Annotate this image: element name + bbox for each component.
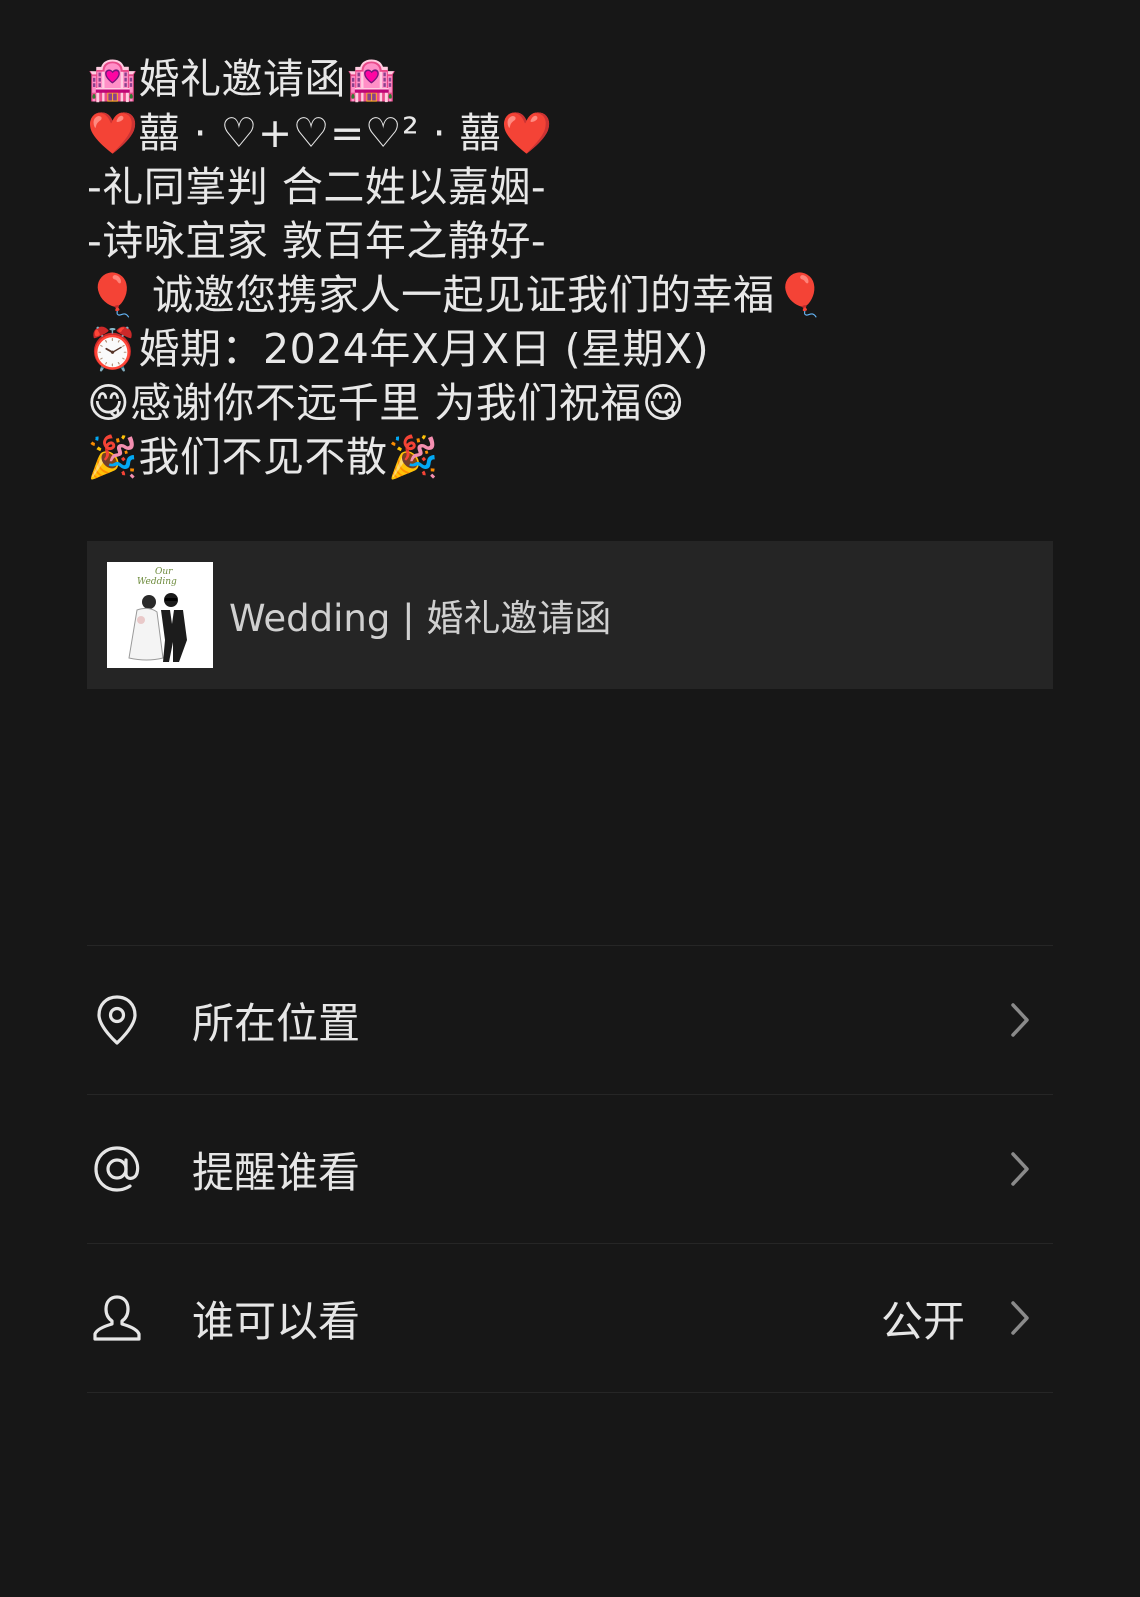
option-visibility-label: 谁可以看 [192,1296,361,1346]
option-location[interactable]: 所在位置 [87,946,1053,1095]
post-options-list: 所在位置 提醒谁看 谁可以看 公开 [87,945,1053,1393]
post-line-verse-2: -诗咏宜家 敦百年之静好- [87,217,547,265]
shared-link-card[interactable]: Our Wedding Wedding | 婚礼邀请函 [87,541,1053,689]
wedding-couple-illustration: Our Wedding [107,562,213,668]
thumb-our-text: Our [155,567,173,577]
chevron-right-icon [1011,1003,1029,1037]
option-mention[interactable]: 提醒谁看 [87,1095,1053,1244]
post-line-date: ⏰婚期：2024年X月X日 (星期X) [87,325,710,373]
post-line-thanks: 😋感谢你不远千里 为我们祝福😋 [87,379,686,427]
post-line-verse-1: -礼同掌判 合二姓以嘉姻- [87,163,547,211]
post-line-see-you: 🎉我们不见不散🎉 [87,433,440,481]
link-thumbnail: Our Wedding [107,562,213,668]
option-mention-label: 提醒谁看 [192,1147,361,1197]
link-title: Wedding | 婚礼邀请函 [229,597,612,640]
option-visibility-value: 公开 [880,1296,965,1346]
option-location-label: 所在位置 [192,998,361,1048]
option-visibility[interactable]: 谁可以看 公开 [87,1244,1053,1393]
chevron-right-icon [1011,1152,1029,1186]
chevron-right-icon [1011,1301,1029,1335]
post-text[interactable]: 🏩婚礼邀请函🏩 ❤️囍 · ♡+♡=♡² · 囍❤️ -礼同掌判 合二姓以嘉姻-… [87,52,1067,484]
thumb-wedding-text: Wedding [137,577,177,587]
post-line-invitation: 🎈 诚邀您携家人一起见证我们的幸福🎈 [87,271,827,319]
post-line-hearts: ❤️囍 · ♡+♡=♡² · 囍❤️ [87,109,553,157]
at-sign-icon [87,1139,147,1199]
post-line-title: 🏩婚礼邀请函🏩 [87,55,398,103]
location-pin-icon [87,990,147,1050]
person-icon [87,1288,147,1348]
